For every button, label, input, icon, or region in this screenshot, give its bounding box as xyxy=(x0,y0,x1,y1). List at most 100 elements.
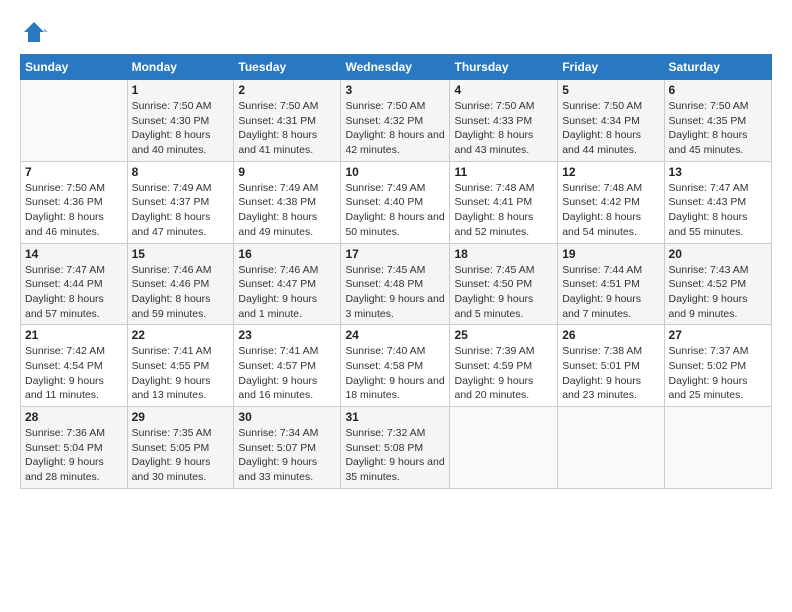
calendar-cell: 30 Sunrise: 7:34 AMSunset: 5:07 PMDayligh… xyxy=(234,407,341,489)
calendar-cell: 10 Sunrise: 7:49 AMSunset: 4:40 PMDayligh… xyxy=(341,161,450,243)
day-info: Sunrise: 7:35 AMSunset: 5:05 PMDaylight:… xyxy=(132,426,230,485)
day-number: 14 xyxy=(25,247,123,261)
calendar-cell: 18 Sunrise: 7:45 AMSunset: 4:50 PMDayligh… xyxy=(450,243,558,325)
calendar-cell: 6Sunrise: 7:50 AMSunset: 4:35 PMDaylight… xyxy=(664,80,771,162)
calendar-cell: 1 Sunrise: 7:50 AMSunset: 4:30 PMDaylight… xyxy=(127,80,234,162)
calendar-cell: 19 Sunrise: 7:44 AMSunset: 4:51 PMDayligh… xyxy=(558,243,664,325)
calendar-header-row: SundayMondayTuesdayWednesdayThursdayFrid… xyxy=(21,55,772,80)
day-number: 13 xyxy=(669,165,767,179)
calendar-cell: 26 Sunrise: 7:38 AMSunset: 5:01 PMDayligh… xyxy=(558,325,664,407)
calendar-cell xyxy=(558,407,664,489)
day-info: Sunrise: 7:50 AMSunset: 4:30 PMDaylight:… xyxy=(132,99,230,158)
day-number: 16 xyxy=(238,247,336,261)
day-info: Sunrise: 7:49 AMSunset: 4:40 PMDaylight:… xyxy=(345,181,445,240)
day-info: Sunrise: 7:36 AMSunset: 5:04 PMDaylight:… xyxy=(25,426,123,485)
day-info: Sunrise: 7:46 AMSunset: 4:46 PMDaylight:… xyxy=(132,263,230,322)
day-number: 4 xyxy=(454,83,553,97)
calendar-week-row: 28 Sunrise: 7:36 AMSunset: 5:04 PMDayligh… xyxy=(21,407,772,489)
calendar-cell: 31Sunrise: 7:32 AMSunset: 5:08 PMDayligh… xyxy=(341,407,450,489)
day-info: Sunrise: 7:50 AMSunset: 4:33 PMDaylight:… xyxy=(454,99,553,158)
calendar-cell: 11 Sunrise: 7:48 AMSunset: 4:41 PMDayligh… xyxy=(450,161,558,243)
day-number: 31 xyxy=(345,410,445,424)
weekday-header: Wednesday xyxy=(341,55,450,80)
calendar-cell: 28 Sunrise: 7:36 AMSunset: 5:04 PMDayligh… xyxy=(21,407,128,489)
calendar-week-row: 14Sunrise: 7:47 AMSunset: 4:44 PMDayligh… xyxy=(21,243,772,325)
day-info: Sunrise: 7:37 AMSunset: 5:02 PMDaylight:… xyxy=(669,344,767,403)
day-info: Sunrise: 7:47 AMSunset: 4:43 PMDaylight:… xyxy=(669,181,767,240)
weekday-header: Friday xyxy=(558,55,664,80)
calendar-cell xyxy=(450,407,558,489)
calendar-cell: 4 Sunrise: 7:50 AMSunset: 4:33 PMDaylight… xyxy=(450,80,558,162)
calendar-cell: 12 Sunrise: 7:48 AMSunset: 4:42 PMDayligh… xyxy=(558,161,664,243)
calendar-cell: 15 Sunrise: 7:46 AMSunset: 4:46 PMDayligh… xyxy=(127,243,234,325)
day-info: Sunrise: 7:41 AMSunset: 4:55 PMDaylight:… xyxy=(132,344,230,403)
day-number: 26 xyxy=(562,328,659,342)
calendar-cell: 8Sunrise: 7:49 AMSunset: 4:37 PMDaylight… xyxy=(127,161,234,243)
day-number: 2 xyxy=(238,83,336,97)
day-info: Sunrise: 7:48 AMSunset: 4:42 PMDaylight:… xyxy=(562,181,659,240)
calendar-cell: 22Sunrise: 7:41 AMSunset: 4:55 PMDayligh… xyxy=(127,325,234,407)
weekday-header: Monday xyxy=(127,55,234,80)
weekday-header: Saturday xyxy=(664,55,771,80)
day-number: 9 xyxy=(238,165,336,179)
weekday-header: Thursday xyxy=(450,55,558,80)
calendar-cell: 25 Sunrise: 7:39 AMSunset: 4:59 PMDayligh… xyxy=(450,325,558,407)
day-number: 11 xyxy=(454,165,553,179)
day-info: Sunrise: 7:45 AMSunset: 4:48 PMDaylight:… xyxy=(345,263,445,322)
calendar-cell: 14Sunrise: 7:47 AMSunset: 4:44 PMDayligh… xyxy=(21,243,128,325)
day-info: Sunrise: 7:48 AMSunset: 4:41 PMDaylight:… xyxy=(454,181,553,240)
day-number: 25 xyxy=(454,328,553,342)
calendar-cell: 3Sunrise: 7:50 AMSunset: 4:32 PMDaylight… xyxy=(341,80,450,162)
day-number: 12 xyxy=(562,165,659,179)
day-number: 18 xyxy=(454,247,553,261)
day-number: 17 xyxy=(345,247,445,261)
day-info: Sunrise: 7:46 AMSunset: 4:47 PMDaylight:… xyxy=(238,263,336,322)
day-info: Sunrise: 7:39 AMSunset: 4:59 PMDaylight:… xyxy=(454,344,553,403)
day-info: Sunrise: 7:42 AMSunset: 4:54 PMDaylight:… xyxy=(25,344,123,403)
day-number: 30 xyxy=(238,410,336,424)
calendar-week-row: 1 Sunrise: 7:50 AMSunset: 4:30 PMDaylight… xyxy=(21,80,772,162)
day-info: Sunrise: 7:50 AMSunset: 4:36 PMDaylight:… xyxy=(25,181,123,240)
day-number: 15 xyxy=(132,247,230,261)
calendar-cell: 16 Sunrise: 7:46 AMSunset: 4:47 PMDayligh… xyxy=(234,243,341,325)
calendar-cell xyxy=(21,80,128,162)
calendar-cell: 27 Sunrise: 7:37 AMSunset: 5:02 PMDayligh… xyxy=(664,325,771,407)
calendar-cell xyxy=(664,407,771,489)
day-number: 5 xyxy=(562,83,659,97)
day-number: 19 xyxy=(562,247,659,261)
calendar-cell: 5 Sunrise: 7:50 AMSunset: 4:34 PMDaylight… xyxy=(558,80,664,162)
logo xyxy=(20,18,52,46)
day-info: Sunrise: 7:44 AMSunset: 4:51 PMDaylight:… xyxy=(562,263,659,322)
day-info: Sunrise: 7:50 AMSunset: 4:32 PMDaylight:… xyxy=(345,99,445,158)
day-number: 29 xyxy=(132,410,230,424)
calendar-cell: 29 Sunrise: 7:35 AMSunset: 5:05 PMDayligh… xyxy=(127,407,234,489)
logo-icon xyxy=(20,18,48,46)
day-number: 27 xyxy=(669,328,767,342)
calendar-cell: 21Sunrise: 7:42 AMSunset: 4:54 PMDayligh… xyxy=(21,325,128,407)
day-info: Sunrise: 7:34 AMSunset: 5:07 PMDaylight:… xyxy=(238,426,336,485)
calendar-cell: 24Sunrise: 7:40 AMSunset: 4:58 PMDayligh… xyxy=(341,325,450,407)
day-number: 28 xyxy=(25,410,123,424)
calendar-cell: 17 Sunrise: 7:45 AMSunset: 4:48 PMDayligh… xyxy=(341,243,450,325)
day-info: Sunrise: 7:49 AMSunset: 4:38 PMDaylight:… xyxy=(238,181,336,240)
day-number: 23 xyxy=(238,328,336,342)
calendar-cell: 13 Sunrise: 7:47 AMSunset: 4:43 PMDayligh… xyxy=(664,161,771,243)
day-number: 10 xyxy=(345,165,445,179)
header xyxy=(20,18,772,46)
day-info: Sunrise: 7:50 AMSunset: 4:34 PMDaylight:… xyxy=(562,99,659,158)
calendar-cell: 23Sunrise: 7:41 AMSunset: 4:57 PMDayligh… xyxy=(234,325,341,407)
day-number: 6 xyxy=(669,83,767,97)
calendar-cell: 2 Sunrise: 7:50 AMSunset: 4:31 PMDaylight… xyxy=(234,80,341,162)
calendar-cell: 20Sunrise: 7:43 AMSunset: 4:52 PMDayligh… xyxy=(664,243,771,325)
weekday-header: Sunday xyxy=(21,55,128,80)
day-info: Sunrise: 7:38 AMSunset: 5:01 PMDaylight:… xyxy=(562,344,659,403)
day-number: 1 xyxy=(132,83,230,97)
day-info: Sunrise: 7:40 AMSunset: 4:58 PMDaylight:… xyxy=(345,344,445,403)
day-number: 8 xyxy=(132,165,230,179)
day-info: Sunrise: 7:45 AMSunset: 4:50 PMDaylight:… xyxy=(454,263,553,322)
calendar-week-row: 21Sunrise: 7:42 AMSunset: 4:54 PMDayligh… xyxy=(21,325,772,407)
day-number: 7 xyxy=(25,165,123,179)
calendar-week-row: 7 Sunrise: 7:50 AMSunset: 4:36 PMDaylight… xyxy=(21,161,772,243)
calendar-cell: 7 Sunrise: 7:50 AMSunset: 4:36 PMDaylight… xyxy=(21,161,128,243)
day-info: Sunrise: 7:50 AMSunset: 4:31 PMDaylight:… xyxy=(238,99,336,158)
